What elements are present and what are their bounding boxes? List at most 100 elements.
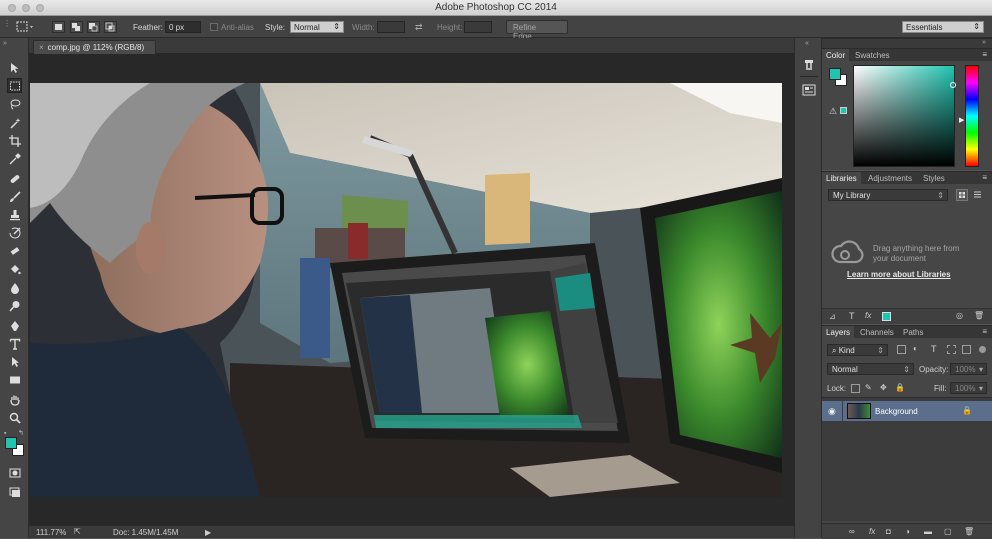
filter-pixel-icon[interactable] [897, 345, 906, 354]
anti-alias-checkbox[interactable] [210, 23, 218, 31]
clone-stamp-tool[interactable] [7, 207, 22, 222]
blur-tool[interactable] [7, 280, 22, 295]
panel-menu-icon[interactable]: ≡ [982, 50, 987, 59]
tab-color[interactable]: Color [822, 49, 850, 61]
tab-swatches[interactable]: Swatches [851, 49, 894, 61]
rectangle-tool[interactable] [7, 372, 22, 387]
foreground-color-chip[interactable] [829, 68, 841, 80]
eraser-tool[interactable] [7, 243, 22, 258]
learn-more-libraries-link[interactable]: Learn more about Libraries [847, 270, 951, 279]
panel-menu-icon[interactable]: ≡ [982, 173, 987, 182]
height-input[interactable] [464, 21, 492, 33]
status-menu-arrow-icon[interactable]: ▶ [205, 528, 211, 537]
lasso-tool[interactable] [7, 96, 22, 111]
swap-width-height-icon[interactable]: ⇄ [415, 22, 423, 33]
add-layer-style-icon[interactable]: fx [869, 527, 875, 536]
cc-sync-icon[interactable]: ◎ [956, 311, 963, 320]
add-to-selection-button[interactable] [70, 21, 83, 33]
filter-toggle-icon[interactable] [979, 346, 986, 353]
crop-tool[interactable] [7, 133, 22, 148]
move-tool[interactable] [7, 60, 22, 75]
screen-mode-button[interactable] [7, 484, 22, 499]
collapse-arrows-icon[interactable]: « [805, 40, 809, 47]
lock-all-icon[interactable]: 🔒 [895, 383, 905, 392]
pen-tool[interactable] [7, 318, 22, 333]
add-layer-mask-icon[interactable]: ◘ [886, 527, 891, 536]
visibility-eye-icon[interactable]: ◉ [828, 406, 836, 417]
add-graphic-icon[interactable]: ⊿ [829, 312, 836, 321]
collapse-arrows-icon[interactable]: » [3, 40, 7, 47]
gamut-warning-icon[interactable]: ⚠ [829, 106, 837, 117]
properties-panel-button[interactable] [802, 83, 816, 97]
hand-tool[interactable] [7, 392, 22, 407]
foreground-color-swatch[interactable] [5, 437, 17, 449]
swap-colors-icon[interactable]: ↰ [18, 429, 24, 437]
paint-bucket-tool[interactable] [7, 262, 22, 277]
width-input[interactable] [377, 21, 405, 33]
new-group-icon[interactable]: ▬ [924, 527, 932, 536]
tab-adjustments[interactable]: Adjustments [864, 172, 916, 184]
filter-shape-icon[interactable] [947, 345, 956, 354]
tab-layers[interactable]: Layers [822, 326, 855, 338]
opacity-input[interactable]: 100% ▾ [950, 363, 987, 375]
color-picker-ring[interactable] [950, 82, 956, 88]
in-gamut-color-chip[interactable] [840, 107, 847, 114]
tool-preset-picker[interactable] [16, 21, 36, 33]
grid-view-button[interactable] [956, 189, 968, 201]
link-layers-icon[interactable]: ∞ [849, 527, 855, 536]
refine-edge-button[interactable]: Refine Edge... [506, 20, 568, 41]
subtract-from-selection-button[interactable] [87, 21, 100, 33]
blend-mode-select[interactable]: Normal ⇕ [827, 363, 914, 375]
lock-image-pixels-icon[interactable]: ✎ [865, 383, 872, 392]
feather-input[interactable]: 0 px [165, 21, 201, 33]
zoom-level[interactable]: 111.77% [36, 528, 66, 537]
quick-mask-button[interactable] [7, 465, 22, 480]
healing-brush-tool[interactable] [7, 171, 22, 186]
new-adjustment-layer-icon[interactable]: ◑ [905, 527, 910, 536]
marquee-tool[interactable] [7, 78, 22, 93]
layer-row[interactable]: ◉ Background 🔒 [822, 401, 992, 421]
intersect-selection-button[interactable] [104, 21, 117, 33]
path-selection-tool[interactable] [7, 354, 22, 369]
zoom-tool[interactable] [7, 410, 22, 425]
close-tab-icon[interactable]: × [39, 43, 44, 52]
filter-smart-object-icon[interactable] [962, 345, 971, 354]
hue-slider[interactable] [965, 65, 979, 167]
list-view-button[interactable] [972, 189, 984, 201]
tab-paths[interactable]: Paths [899, 326, 927, 338]
lock-transparent-pixels-icon[interactable] [851, 384, 860, 393]
filter-type-icon[interactable]: T [931, 344, 937, 354]
tab-channels[interactable]: Channels [856, 326, 898, 338]
add-layer-style-icon[interactable]: fx [865, 311, 871, 320]
tab-styles[interactable]: Styles [919, 172, 949, 184]
canvas-image[interactable] [30, 83, 782, 497]
workspace-select[interactable]: Essentials ⇕ [902, 21, 984, 33]
hue-slider-handle[interactable]: ▶ [959, 116, 964, 124]
tab-libraries[interactable]: Libraries [822, 172, 861, 184]
eyedropper-tool[interactable] [7, 151, 22, 166]
style-select[interactable]: Normal ⇕ [290, 21, 344, 33]
type-tool[interactable] [7, 336, 22, 351]
collapse-panels-icon[interactable]: » [982, 39, 986, 46]
lock-position-icon[interactable]: ✥ [880, 383, 887, 392]
color-field[interactable] [853, 65, 956, 167]
layer-filter-select[interactable]: ⌕ Kind ⇕ [827, 344, 888, 356]
trash-icon[interactable]: 🗑 [974, 311, 984, 320]
export-icon[interactable]: ⇱ [74, 527, 81, 536]
default-colors-icon[interactable]: ▪ [4, 430, 6, 437]
filter-adjustment-icon[interactable]: ◐ [913, 344, 918, 353]
document-tab[interactable]: × comp.jpg @ 112% (RGB/8) [33, 40, 156, 54]
add-color-swatch-icon[interactable] [882, 312, 891, 321]
fill-input[interactable]: 100% ▾ [950, 382, 987, 394]
quick-selection-tool[interactable] [7, 115, 22, 130]
layer-name[interactable]: Background [875, 407, 918, 416]
new-selection-button[interactable] [52, 21, 65, 33]
history-panel-button[interactable] [802, 58, 816, 72]
dodge-tool[interactable] [7, 298, 22, 313]
new-layer-icon[interactable]: ▢ [944, 527, 952, 536]
add-character-style-icon[interactable]: T [849, 311, 855, 321]
history-brush-tool[interactable] [7, 225, 22, 240]
library-select[interactable]: My Library ⇕ [828, 189, 948, 201]
panel-menu-icon[interactable]: ≡ [982, 327, 987, 336]
delete-layer-icon[interactable]: 🗑 [964, 527, 974, 536]
